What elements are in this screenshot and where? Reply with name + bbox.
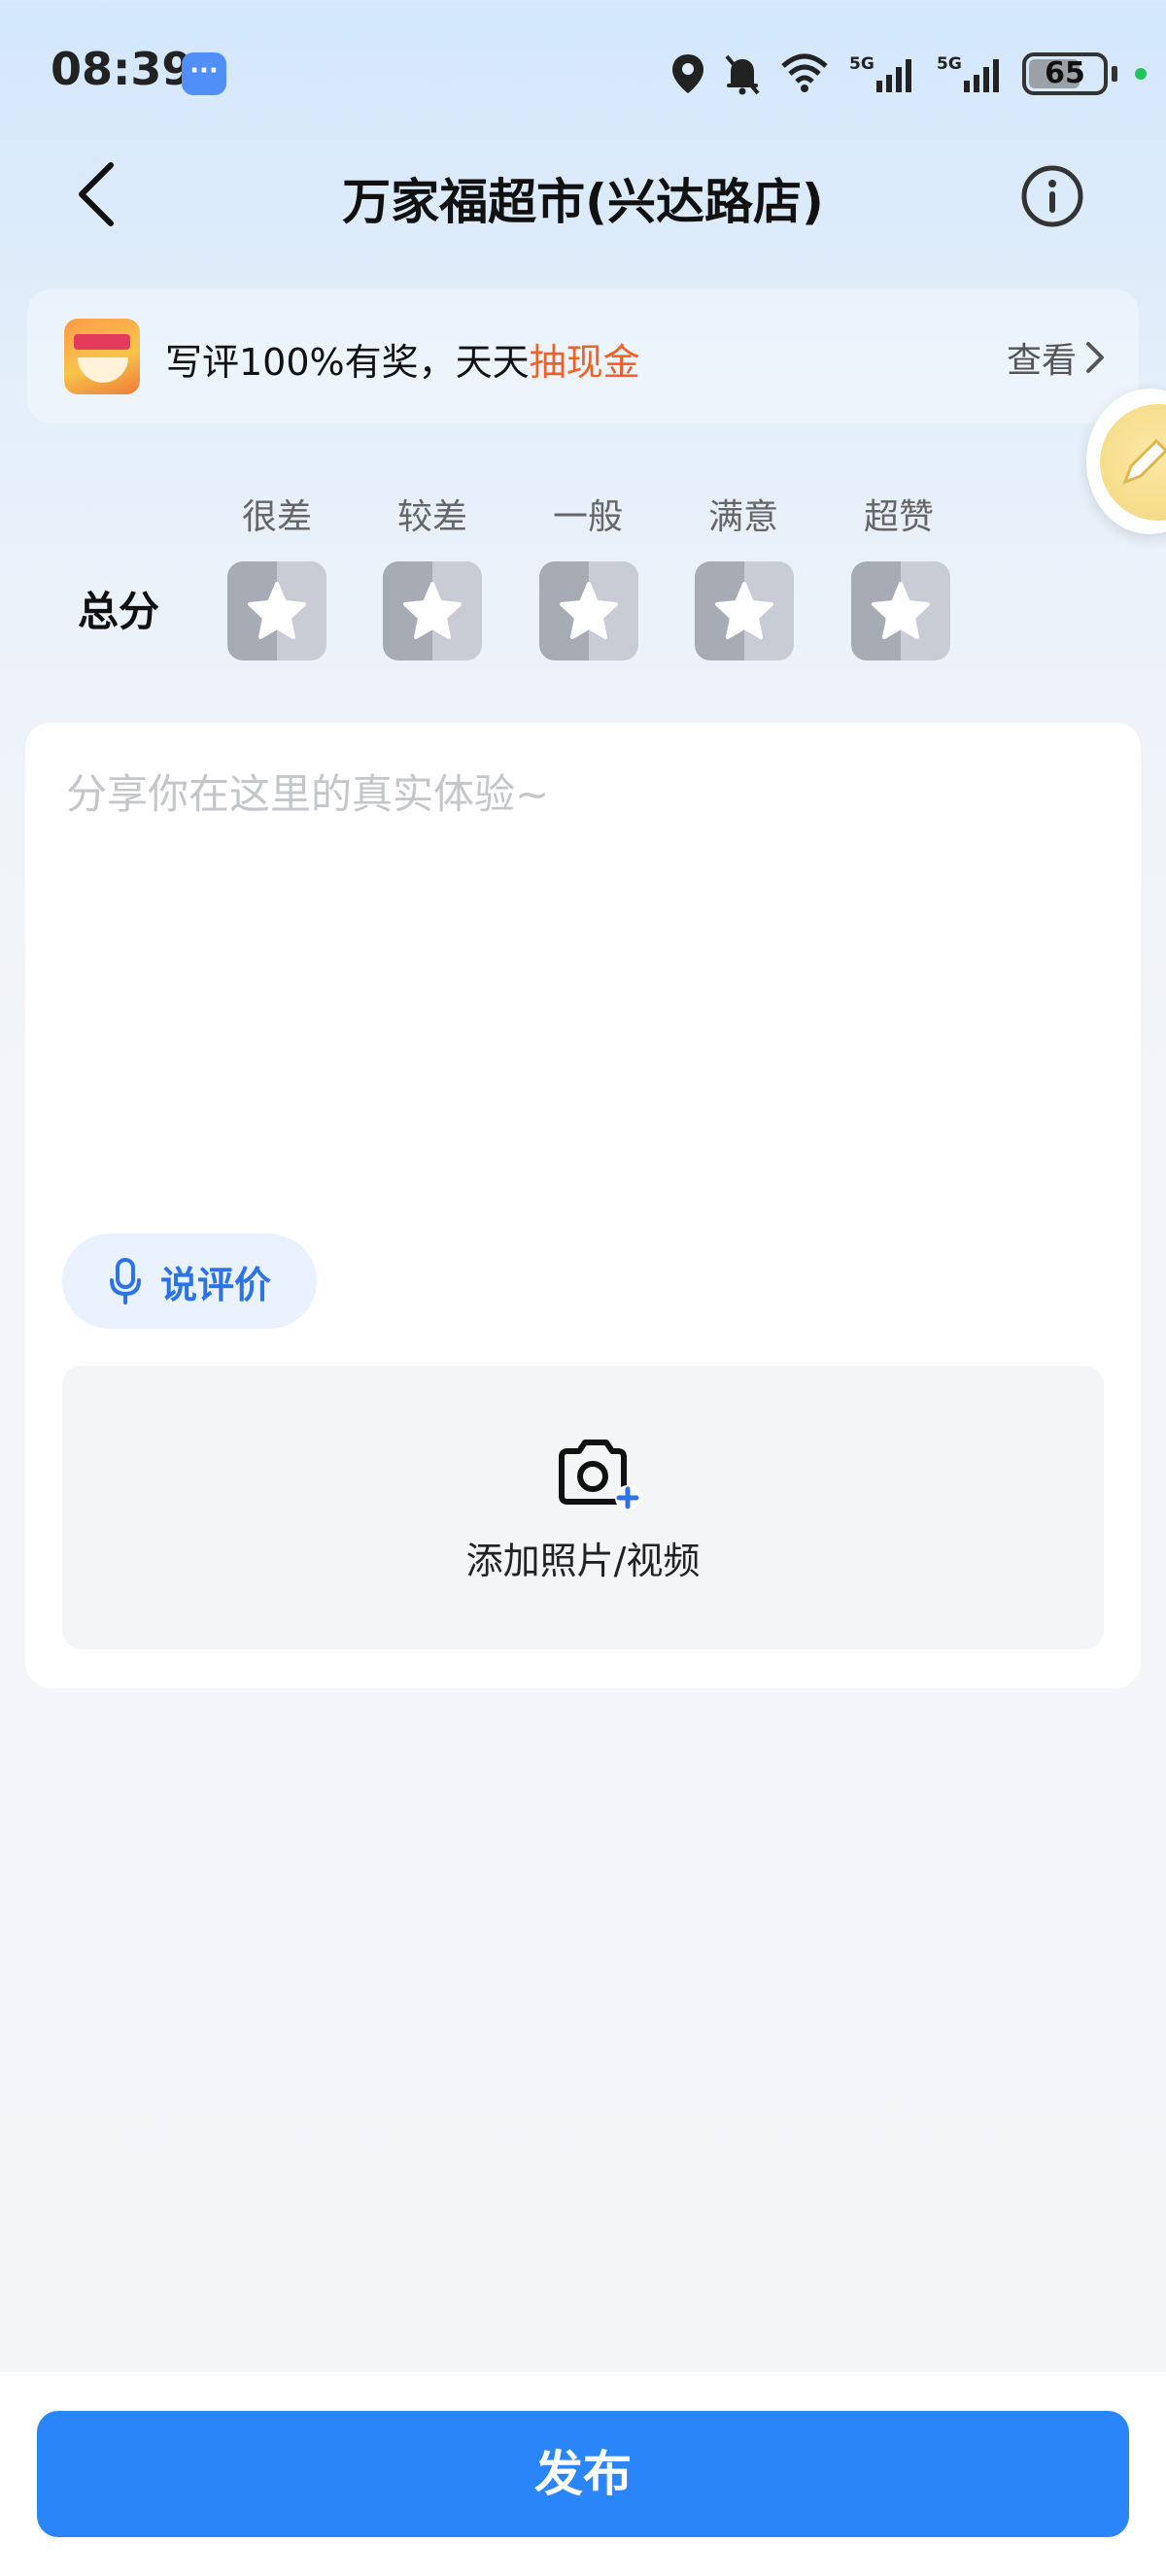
star-rating-1[interactable] bbox=[227, 561, 326, 661]
signal-5g-icon: 5G bbox=[849, 54, 911, 92]
page-title: 万家福超市(兴达路店) bbox=[342, 174, 824, 230]
message-notification-icon: ··· bbox=[182, 52, 226, 95]
status-icons: 5G 5G 65 bbox=[670, 47, 1147, 101]
chevron-right-icon bbox=[1086, 342, 1104, 373]
signal-5g-icon-2: 5G bbox=[937, 54, 999, 92]
info-button[interactable] bbox=[1019, 163, 1085, 229]
wifi-icon bbox=[781, 53, 828, 92]
battery-nub bbox=[1112, 66, 1117, 82]
publish-button[interactable]: 发布 bbox=[37, 2411, 1129, 2537]
battery-level: 65 bbox=[1045, 56, 1085, 90]
voice-review-label: 说评价 bbox=[159, 1263, 271, 1306]
add-media-label: 添加照片/视频 bbox=[465, 1540, 701, 1582]
rating-label-4: 满意 bbox=[707, 497, 778, 537]
voice-review-button[interactable]: 说评价 bbox=[62, 1234, 317, 1329]
star-rating-5[interactable] bbox=[851, 561, 950, 661]
mute-bell-icon bbox=[725, 54, 760, 95]
promo-link-label: 查看 bbox=[1006, 341, 1077, 381]
total-score-label: 总分 bbox=[78, 588, 160, 635]
info-icon bbox=[1021, 165, 1083, 227]
review-card: 说评价 添加照片/视频 bbox=[25, 723, 1141, 1688]
star-icon bbox=[560, 582, 618, 639]
star-rating-4[interactable] bbox=[695, 561, 794, 661]
camera-add-icon bbox=[559, 1440, 640, 1510]
status-bar: 08:39 ··· 5G 5G 65 bbox=[0, 0, 1166, 146]
svg-text:5G: 5G bbox=[937, 54, 962, 74]
rating-labels: 很差 较差 一般 满意 超赞 bbox=[0, 489, 1166, 537]
rating-label-3: 一般 bbox=[552, 497, 623, 537]
promo-thumbnail bbox=[64, 319, 140, 394]
rating-label-5: 超赞 bbox=[863, 497, 934, 537]
bottom-bar: 发布 bbox=[0, 2372, 1166, 2576]
location-icon bbox=[672, 54, 703, 93]
status-time: 08:39 bbox=[51, 43, 193, 95]
promo-banner[interactable]: 写评100%有奖，天天抽现金 查看 bbox=[27, 289, 1139, 424]
star-icon bbox=[403, 582, 462, 639]
promo-text-prefix: 写评100%有奖，天天 bbox=[165, 341, 530, 384]
pencil-icon bbox=[1122, 438, 1166, 485]
add-media-button[interactable]: 添加照片/视频 bbox=[62, 1366, 1104, 1649]
microphone-icon bbox=[109, 1258, 141, 1305]
star-icon bbox=[248, 582, 306, 639]
battery-icon: 65 bbox=[1022, 52, 1108, 95]
nav-bar: 万家福超市(兴达路店) bbox=[0, 146, 1166, 243]
promo-text: 写评100%有奖，天天抽现金 bbox=[165, 332, 640, 386]
review-textarea[interactable] bbox=[66, 762, 1096, 1053]
promo-text-highlight: 抽现金 bbox=[529, 341, 640, 384]
svg-text:5G: 5G bbox=[849, 54, 874, 74]
rating-label-1: 很差 bbox=[241, 497, 312, 537]
privacy-indicator-dot bbox=[1135, 68, 1147, 80]
rating-label-2: 较差 bbox=[396, 497, 467, 537]
star-rating-3[interactable] bbox=[539, 561, 638, 661]
star-rating-2[interactable] bbox=[383, 561, 482, 661]
promo-view-link[interactable]: 查看 bbox=[1007, 332, 1106, 383]
star-icon bbox=[872, 582, 930, 639]
star-icon bbox=[715, 582, 773, 639]
